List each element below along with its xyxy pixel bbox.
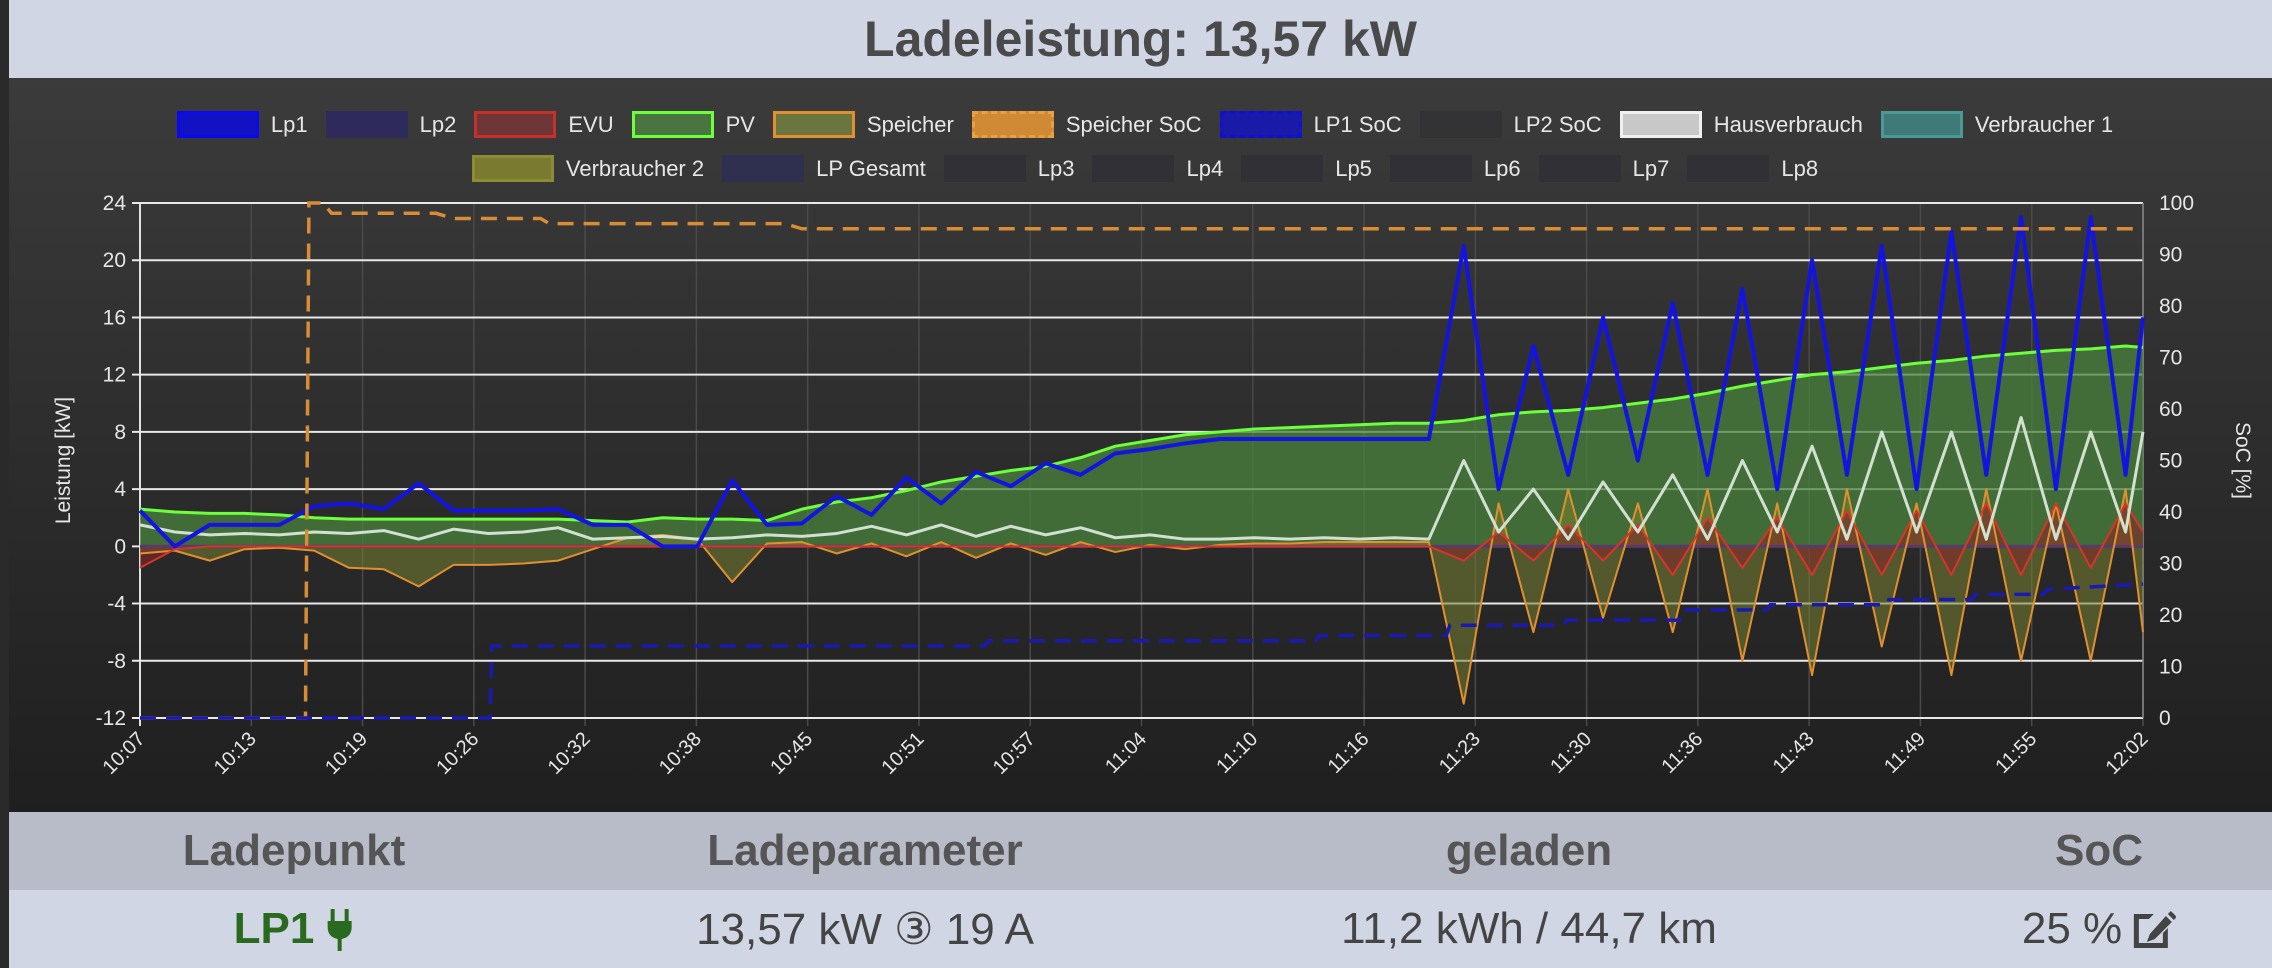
x-tick-label: 10:19 bbox=[321, 728, 372, 779]
x-tick-label: 10:13 bbox=[210, 728, 261, 779]
table-row: LP1 13,57 kW ③ 19 A 11,2 kWh / 44,7 km 2… bbox=[9, 890, 2272, 968]
y2-tick-label: 80 bbox=[2159, 295, 2182, 318]
y2-tick-label: 70 bbox=[2159, 347, 2182, 370]
y-tick-label: 4 bbox=[114, 478, 126, 501]
header-ladeparameter: Ladeparameter bbox=[707, 826, 1023, 875]
y2-tick-label: 50 bbox=[2159, 450, 2182, 473]
x-tick-label: 11:55 bbox=[1991, 728, 2041, 778]
y-tick-label: -8 bbox=[107, 650, 126, 673]
x-tick-label: 11:36 bbox=[1658, 728, 1708, 778]
edit-icon[interactable] bbox=[2130, 906, 2177, 952]
x-tick-label: 10:57 bbox=[989, 728, 1040, 779]
x-tick-label: 11:43 bbox=[1769, 728, 1819, 778]
x-tick-label: 10:26 bbox=[432, 728, 483, 779]
x-tick-label: 10:38 bbox=[655, 728, 706, 779]
x-tick-label: 11:23 bbox=[1435, 728, 1485, 778]
y2-tick-label: 20 bbox=[2159, 604, 2182, 627]
y-tick-label: 20 bbox=[103, 249, 126, 272]
y-tick-label: -4 bbox=[107, 593, 126, 616]
header-geladen: geladen bbox=[1445, 826, 1613, 875]
x-tick-label: 11:04 bbox=[1101, 728, 1151, 778]
y-tick-label: 12 bbox=[103, 364, 126, 387]
charge-point-name[interactable]: LP1 bbox=[234, 890, 355, 968]
x-tick-label: 10:07 bbox=[99, 728, 150, 779]
charge-parameters: 13,57 kW ③ 19 A bbox=[696, 904, 1034, 954]
y2-tick-label: 100 bbox=[2159, 192, 2194, 215]
y2-tick-label: 90 bbox=[2159, 244, 2182, 267]
y-tick-label: 24 bbox=[103, 192, 127, 215]
power-chart: Lp1 Lp2 EVU PV Speicher Speicher SoC LP1 SoC LP… bbox=[9, 78, 2272, 812]
x-tick-label: 11:10 bbox=[1212, 728, 1262, 778]
x-tick-label: 11:16 bbox=[1324, 728, 1374, 778]
charged-energy: 11,2 kWh / 44,7 km bbox=[1341, 904, 1717, 953]
x-tick-label: 11:49 bbox=[1880, 728, 1930, 778]
charge-point-table: Ladepunkt Ladeparameter geladen SoC LP1 … bbox=[9, 812, 2272, 968]
y2-tick-label: 0 bbox=[2159, 707, 2171, 730]
y2-tick-label: 10 bbox=[2159, 656, 2182, 679]
plug-icon bbox=[327, 909, 352, 951]
chart-canvas: 10:07 10:13 10:19 10:26 10:32 10:38 10:45 10:51… bbox=[52, 192, 2254, 779]
y2-tick-label: 30 bbox=[2159, 553, 2182, 576]
header-soc: SoC bbox=[2055, 826, 2143, 875]
title-bar: Ladeleistung: 13,57 kW bbox=[9, 0, 2272, 78]
x-tick-label: 10:32 bbox=[544, 728, 595, 779]
y2-axis-title: SoC [%] bbox=[2231, 422, 2254, 499]
y-tick-label: 16 bbox=[103, 306, 126, 329]
x-tick-label: 10:45 bbox=[766, 728, 817, 779]
y-tick-label: 0 bbox=[114, 535, 126, 558]
x-tick-label: 10:51 bbox=[878, 728, 929, 779]
x-tick-label: 11:30 bbox=[1546, 728, 1596, 778]
charge-point-label: LP1 bbox=[233, 904, 315, 953]
page-title: Ladeleistung: 13,57 kW bbox=[864, 11, 1417, 67]
y-tick-label: -12 bbox=[96, 707, 126, 730]
y2-tick-label: 40 bbox=[2159, 501, 2182, 524]
x-tick-label: 12:02 bbox=[2102, 728, 2153, 779]
soc-value: 25 % bbox=[2021, 904, 2123, 953]
table-header: Ladepunkt Ladeparameter geladen SoC bbox=[9, 812, 2272, 890]
y2-tick-label: 60 bbox=[2159, 398, 2182, 421]
window-edge bbox=[0, 0, 9, 968]
y-tick-label: 8 bbox=[114, 421, 126, 444]
header-ladepunkt: Ladepunkt bbox=[182, 826, 406, 875]
soc-value-cell: 25 % bbox=[2021, 890, 2177, 968]
y-axis-title: Leistung [kW] bbox=[52, 397, 75, 524]
